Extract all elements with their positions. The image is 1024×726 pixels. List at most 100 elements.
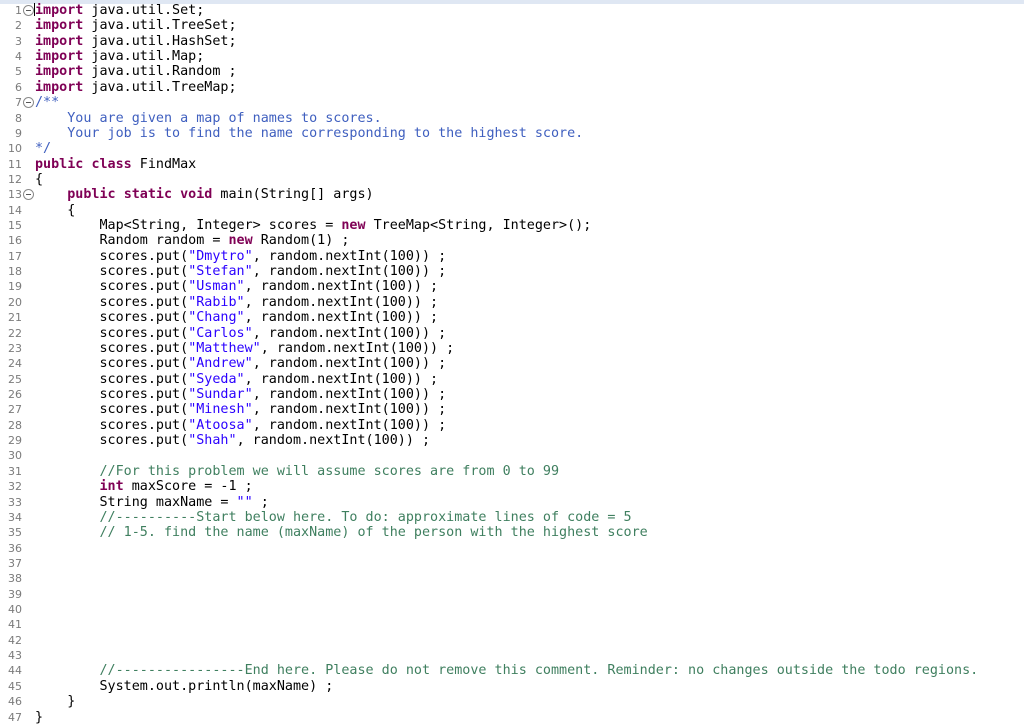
collapse-fold-icon[interactable] <box>23 5 34 16</box>
code-line[interactable]: 23 scores.put("Matthew", random.nextInt(… <box>0 341 1024 356</box>
line-text: } <box>35 694 75 709</box>
line-number: 44 <box>8 664 22 678</box>
code-line[interactable]: 27 scores.put("Minesh", random.nextInt(1… <box>0 402 1024 417</box>
code-token: Random(1) ; <box>252 233 350 249</box>
code-line[interactable]: 38 <box>0 571 1024 586</box>
code-line[interactable]: 15 Map<String, Integer> scores = new Tre… <box>0 218 1024 233</box>
code-line[interactable]: 41 <box>0 617 1024 632</box>
code-line[interactable]: 42 <box>0 633 1024 648</box>
code-line[interactable]: 30 <box>0 448 1024 463</box>
code-area[interactable]: 1 import java.util.Set; 2 import java.util.… <box>0 3 1024 725</box>
code-line[interactable]: 29 scores.put("Shah", random.nextInt(100… <box>0 433 1024 448</box>
code-line[interactable]: 1 import java.util.Set; <box>0 3 1024 18</box>
line-text: scores.put("Chang", random.nextInt(100))… <box>35 310 438 325</box>
code-line[interactable]: 6 import java.util.TreeMap; <box>0 80 1024 95</box>
code-line[interactable]: 18 scores.put("Stefan", random.nextInt(1… <box>0 264 1024 279</box>
line-number: 24 <box>8 357 22 371</box>
line-text: scores.put("Usman", random.nextInt(100))… <box>35 279 438 294</box>
code-line[interactable]: 16 Random random = new Random(1) ; <box>0 233 1024 248</box>
code-line[interactable]: 28 scores.put("Atoosa", random.nextInt(1… <box>0 418 1024 433</box>
line-text: import java.util.Map; <box>35 49 204 64</box>
code-line[interactable]: 32 int maxScore = -1 ; <box>0 479 1024 494</box>
code-token: , random.nextInt(100)) ; <box>244 310 439 326</box>
code-line[interactable]: 7 /** <box>0 95 1024 110</box>
code-line[interactable]: 47} <box>0 710 1024 725</box>
code-line[interactable]: 2 import java.util.TreeSet; <box>0 18 1024 33</box>
code-line[interactable]: 13 public static void main(String[] args… <box>0 187 1024 202</box>
collapse-fold-icon[interactable] <box>23 189 34 201</box>
code-line[interactable]: 3 import java.util.HashSet; <box>0 34 1024 49</box>
code-token: "Shah" <box>188 433 237 449</box>
line-number: 36 <box>8 541 22 555</box>
code-token: , random.nextInt(100)) ; <box>236 433 431 449</box>
line-number: 43 <box>8 649 22 663</box>
code-token: import <box>35 33 84 49</box>
code-line[interactable]: 31 //For this problem we will assume sco… <box>0 464 1024 479</box>
code-line[interactable]: 34 //----------Start below here. To do: … <box>0 510 1024 525</box>
code-token: "Matthew" <box>188 340 261 356</box>
code-token: You are given a map of names to scores. <box>35 110 382 126</box>
code-token: //----------Start below here. To do: app… <box>99 509 632 525</box>
line-number: 20 <box>8 295 22 309</box>
code-line[interactable]: 4 import java.util.Map; <box>0 49 1024 64</box>
code-line[interactable]: 19 scores.put("Usman", random.nextInt(10… <box>0 279 1024 294</box>
line-text: { <box>35 172 43 187</box>
code-token: scores.put( <box>35 371 189 387</box>
code-token: void <box>180 187 213 203</box>
code-token: "Carlos" <box>188 325 253 341</box>
code-token: TreeMap<String, Integer>(); <box>365 218 592 234</box>
code-line[interactable]: 5 import java.util.Random ; <box>0 64 1024 79</box>
code-token: "Chang" <box>188 310 245 326</box>
code-line[interactable]: 22 scores.put("Carlos", random.nextInt(1… <box>0 326 1024 341</box>
code-line[interactable]: 39 <box>0 587 1024 602</box>
code-line[interactable]: 33 String maxName = "" ; <box>0 495 1024 510</box>
code-line[interactable]: 8 You are given a map of names to scores… <box>0 111 1024 126</box>
code-line[interactable]: 12 { <box>0 172 1024 187</box>
code-line[interactable]: 36 <box>0 541 1024 556</box>
line-text: String maxName = "" ; <box>35 495 268 510</box>
code-token: scores.put( <box>35 294 189 310</box>
code-line[interactable]: 44 //----------------End here. Please do… <box>0 663 1024 678</box>
code-line[interactable]: 26 scores.put("Sundar", random.nextInt(1… <box>0 387 1024 402</box>
code-line[interactable]: 46 } <box>0 694 1024 709</box>
code-line[interactable]: 17 scores.put("Dmytro", random.nextInt(1… <box>0 249 1024 264</box>
code-token: java.util.TreeSet; <box>83 18 237 34</box>
code-line[interactable]: 43 <box>0 648 1024 663</box>
code-line[interactable]: 37 <box>0 556 1024 571</box>
code-token: java.util.HashSet; <box>83 33 237 49</box>
line-text: scores.put("Atoosa", random.nextInt(100)… <box>35 418 446 433</box>
line-number: 42 <box>8 633 22 647</box>
code-line[interactable]: 11 public class FindMax <box>0 157 1024 172</box>
code-line[interactable]: 40 <box>0 602 1024 617</box>
code-token: java.util.TreeMap; <box>83 79 237 95</box>
collapse-fold-icon[interactable] <box>23 97 34 109</box>
code-token: import <box>35 49 84 65</box>
code-line[interactable]: 24 scores.put("Andrew", random.nextInt(1… <box>0 356 1024 371</box>
code-token: , random.nextInt(100)) ; <box>244 279 439 295</box>
code-line[interactable]: 9 Your job is to find the name correspon… <box>0 126 1024 141</box>
code-line[interactable]: 14 { <box>0 203 1024 218</box>
code-editor[interactable]: 1 import java.util.Set; 2 import java.util.… <box>0 0 1024 726</box>
line-text: } <box>35 710 43 725</box>
code-token: "Rabib" <box>188 294 245 310</box>
line-text: scores.put("Rabib", random.nextInt(100))… <box>35 295 438 310</box>
line-text: scores.put("Minesh", random.nextInt(100)… <box>35 402 446 417</box>
code-line[interactable]: 35 // 1-5. find the name (maxName) of th… <box>0 525 1024 540</box>
code-token: import <box>35 18 84 34</box>
line-text: scores.put("Andrew", random.nextInt(100)… <box>35 356 446 371</box>
code-line[interactable]: 45 System.out.println(maxName) ; <box>0 679 1024 694</box>
code-token: Map<String, Integer> scores = <box>35 218 342 234</box>
code-token: class <box>91 156 132 172</box>
line-text: scores.put("Syeda", random.nextInt(100))… <box>35 372 438 387</box>
code-line[interactable]: 10 */ <box>0 141 1024 156</box>
line-number: 13 <box>8 188 22 202</box>
line-number: 22 <box>8 326 22 340</box>
code-token: new <box>228 233 253 249</box>
code-token: "Dmytro" <box>188 248 253 264</box>
code-line[interactable]: 21 scores.put("Chang", random.nextInt(10… <box>0 310 1024 325</box>
code-line[interactable]: 25 scores.put("Syeda", random.nextInt(10… <box>0 372 1024 387</box>
code-line[interactable]: 20 scores.put("Rabib", random.nextInt(10… <box>0 295 1024 310</box>
line-number: 6 <box>15 80 22 94</box>
